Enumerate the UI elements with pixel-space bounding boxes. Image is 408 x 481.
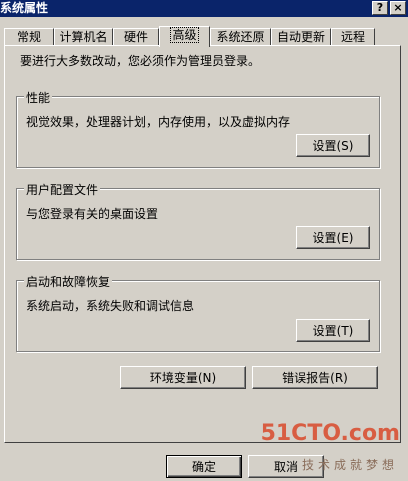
- user-profiles-settings-button[interactable]: 设置(E): [296, 226, 370, 249]
- environment-variables-button[interactable]: 环境变量(N): [120, 366, 246, 389]
- tab-strip: 常规 计算机名 硬件 高级 系统还原 自动更新 远程: [0, 26, 408, 47]
- startup-recovery-group-title: 启动和故障恢复: [24, 273, 113, 290]
- tab-general[interactable]: 常规: [4, 28, 54, 46]
- performance-group: 性能 视觉效果，处理器计划，内存使用，以及虚拟内存: [16, 89, 380, 168]
- window-title: 系统属性: [0, 1, 49, 15]
- tab-label: 自动更新: [276, 30, 325, 44]
- performance-group-title: 性能: [24, 89, 53, 106]
- tab-remote[interactable]: 远程: [331, 28, 375, 46]
- tab-label: 硬件: [123, 30, 148, 44]
- error-reporting-button[interactable]: 错误报告(R): [252, 366, 378, 389]
- tab-label: 计算机名: [59, 30, 108, 44]
- ok-button[interactable]: 确定: [166, 455, 242, 478]
- tab-label: 高级: [170, 27, 199, 43]
- tab-system-restore[interactable]: 系统还原: [210, 28, 271, 46]
- user-profiles-group: 用户配置文件 与您登录有关的桌面设置: [16, 181, 380, 260]
- performance-description: 视觉效果，处理器计划，内存使用，以及虚拟内存: [26, 115, 291, 129]
- tab-label: 系统还原: [216, 30, 265, 44]
- watermark-slogan: 技术成就梦想: [301, 458, 398, 472]
- watermark-logo: 51CTO.com: [260, 421, 400, 446]
- close-button[interactable]: ×: [390, 1, 406, 15]
- tab-computer-name[interactable]: 计算机名: [54, 28, 113, 46]
- help-icon: ?: [376, 1, 384, 14]
- user-profiles-description: 与您登录有关的桌面设置: [26, 207, 159, 221]
- tab-automatic-updates[interactable]: 自动更新: [271, 28, 331, 46]
- close-icon: ×: [393, 1, 403, 14]
- user-profiles-group-title: 用户配置文件: [24, 181, 101, 198]
- tab-hardware[interactable]: 硬件: [113, 28, 159, 46]
- help-button[interactable]: ?: [372, 1, 388, 15]
- tab-label: 常规: [16, 30, 41, 44]
- tab-advanced[interactable]: 高级: [159, 26, 210, 47]
- title-bar: 系统属性 ? ×: [0, 0, 408, 17]
- startup-recovery-settings-button[interactable]: 设置(T): [296, 319, 370, 342]
- performance-settings-button[interactable]: 设置(S): [296, 134, 370, 157]
- admin-notice: 要进行大多数改动，您必须作为管理员登录。: [20, 54, 261, 68]
- tab-label: 远程: [340, 30, 365, 44]
- startup-recovery-description: 系统启动，系统失败和调试信息: [26, 299, 195, 313]
